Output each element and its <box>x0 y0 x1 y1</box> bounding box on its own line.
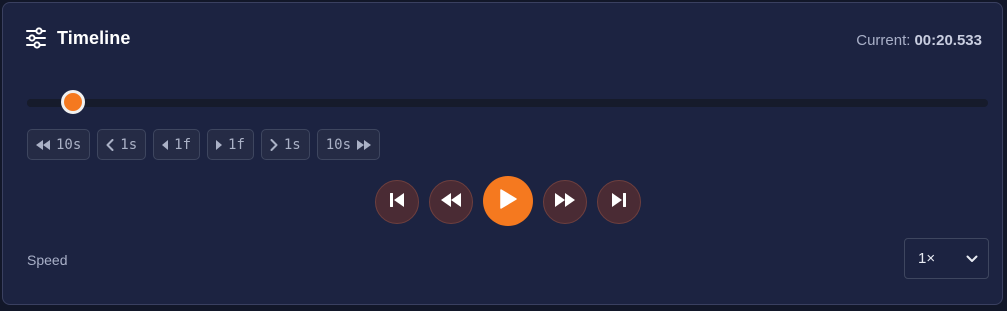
timeline-header: Timeline Current: 00:20.533 <box>25 27 982 59</box>
skip-to-end-button[interactable] <box>597 180 641 224</box>
double-triangle-left-icon <box>36 139 50 150</box>
back-1s-button[interactable]: 1s <box>97 129 147 160</box>
back-1s-label: 1s <box>120 136 138 153</box>
speed-select[interactable]: 1× <box>904 238 989 279</box>
triangle-right-icon <box>216 139 223 150</box>
transport-controls <box>375 176 641 226</box>
rewind-button[interactable] <box>429 180 473 224</box>
chevron-right-icon <box>270 138 278 151</box>
back-1-frame-label: 1f <box>174 136 192 153</box>
back-10s-button[interactable]: 10s <box>27 129 91 160</box>
chevron-down-icon <box>966 250 978 267</box>
title-group: Timeline <box>25 27 131 49</box>
forward-10s-button[interactable]: 10s <box>316 129 381 160</box>
current-time-label: Current: <box>856 32 911 49</box>
speed-label: Speed <box>27 252 68 268</box>
chevron-left-icon <box>106 138 114 151</box>
forward-10s-label: 10s <box>325 136 352 153</box>
timeline-panel: Timeline Current: 00:20.533 10s 1s 1f 1f… <box>2 2 1003 305</box>
back-1-frame-button[interactable]: 1f <box>153 129 201 160</box>
timeline-slider-thumb[interactable] <box>61 90 86 114</box>
fast-forward-icon <box>554 192 576 213</box>
play-button[interactable] <box>483 176 533 226</box>
skip-to-start-icon <box>389 192 405 213</box>
rewind-icon <box>440 192 462 213</box>
skip-to-start-button[interactable] <box>375 180 419 224</box>
forward-1-frame-button[interactable]: 1f <box>207 129 254 160</box>
current-time-value: 00:20.533 <box>914 32 982 49</box>
page-title: Timeline <box>57 27 131 48</box>
step-buttons: 10s 1s 1f 1f 1s 10s <box>27 129 381 160</box>
play-icon <box>499 188 517 214</box>
timeline-slider[interactable] <box>27 90 988 114</box>
double-triangle-right-icon <box>357 139 372 150</box>
triangle-left-icon <box>162 139 169 150</box>
fast-forward-button[interactable] <box>543 180 587 224</box>
back-10s-label: 10s <box>56 136 82 153</box>
current-time-readout: Current: 00:20.533 <box>856 32 982 49</box>
forward-1s-button[interactable]: 1s <box>260 129 310 160</box>
skip-to-end-icon <box>611 192 627 213</box>
forward-1s-label: 1s <box>283 136 301 153</box>
forward-1-frame-label: 1f <box>228 136 245 153</box>
sliders-icon <box>25 27 47 49</box>
speed-select-value: 1× <box>918 250 936 267</box>
